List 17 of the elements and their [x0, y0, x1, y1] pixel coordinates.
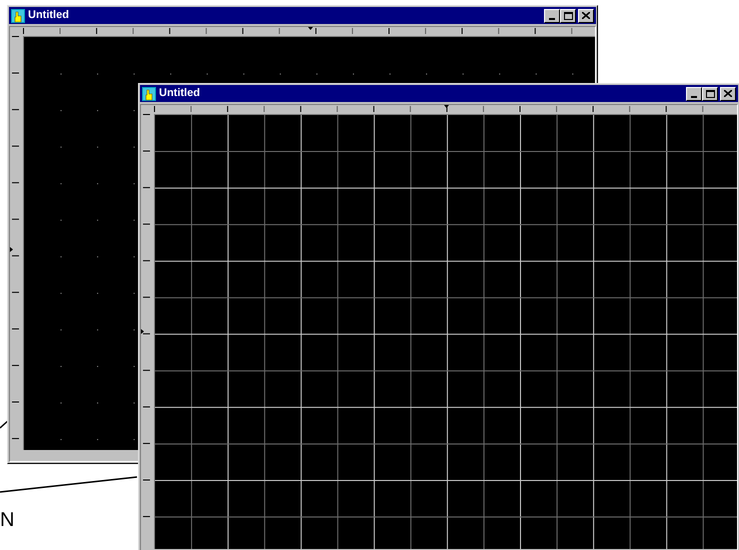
window-title: Untitled — [159, 88, 200, 99]
minimize-button[interactable] — [544, 8, 560, 22]
maximize-icon — [564, 12, 572, 20]
window-title: Untitled — [28, 10, 69, 21]
app-icon — [11, 8, 25, 22]
callout-label: N — [0, 510, 14, 530]
maximize-button[interactable] — [560, 8, 576, 22]
close-icon — [724, 90, 732, 97]
maximize-button[interactable] — [702, 86, 718, 100]
close-button[interactable] — [720, 86, 736, 100]
close-icon — [582, 12, 590, 19]
minimize-icon — [549, 18, 555, 20]
close-button[interactable] — [578, 8, 594, 22]
maximize-icon — [706, 90, 714, 98]
minimize-button[interactable] — [686, 86, 702, 100]
app-icon — [142, 86, 156, 100]
minimize-icon — [691, 96, 697, 98]
